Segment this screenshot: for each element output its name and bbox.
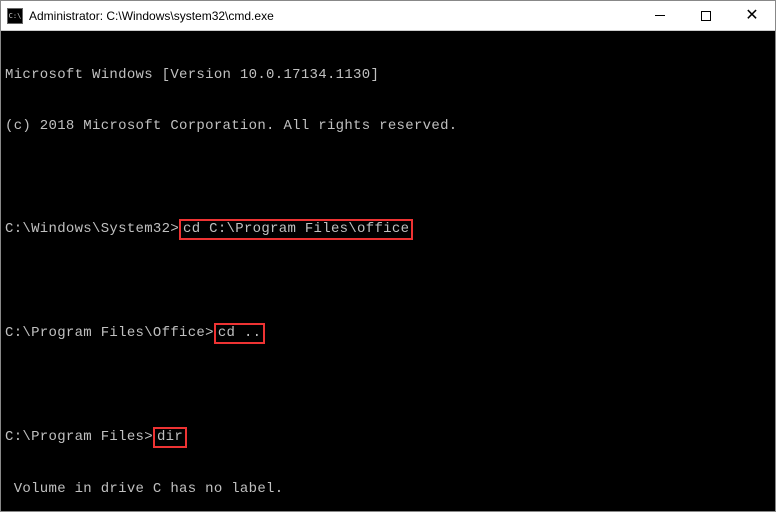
cmd-window: C:\ Administrator: C:\Windows\system32\c…: [0, 0, 776, 512]
copyright-line: (c) 2018 Microsoft Corporation. All righ…: [5, 118, 771, 135]
close-button[interactable]: ✕: [729, 1, 775, 30]
window-controls: ✕: [637, 1, 775, 30]
prompt-line: C:\Windows\System32>cd C:\Program Files\…: [5, 220, 771, 239]
highlighted-command: cd C:\Program Files\office: [179, 219, 413, 240]
highlighted-command: cd ..: [214, 323, 266, 344]
prompt-line: C:\Program Files>dir: [5, 428, 771, 447]
cmd-icon: C:\: [7, 8, 23, 24]
terminal-area[interactable]: Microsoft Windows [Version 10.0.17134.11…: [1, 31, 775, 511]
highlighted-command: dir: [153, 427, 187, 448]
prompt-line: C:\Program Files\Office>cd ..: [5, 324, 771, 343]
titlebar[interactable]: C:\ Administrator: C:\Windows\system32\c…: [1, 1, 775, 31]
version-line: Microsoft Windows [Version 10.0.17134.11…: [5, 67, 771, 84]
window-title: Administrator: C:\Windows\system32\cmd.e…: [29, 9, 637, 23]
volume-line: Volume in drive C has no label.: [5, 481, 771, 498]
minimize-button[interactable]: [637, 1, 683, 30]
maximize-button[interactable]: [683, 1, 729, 30]
